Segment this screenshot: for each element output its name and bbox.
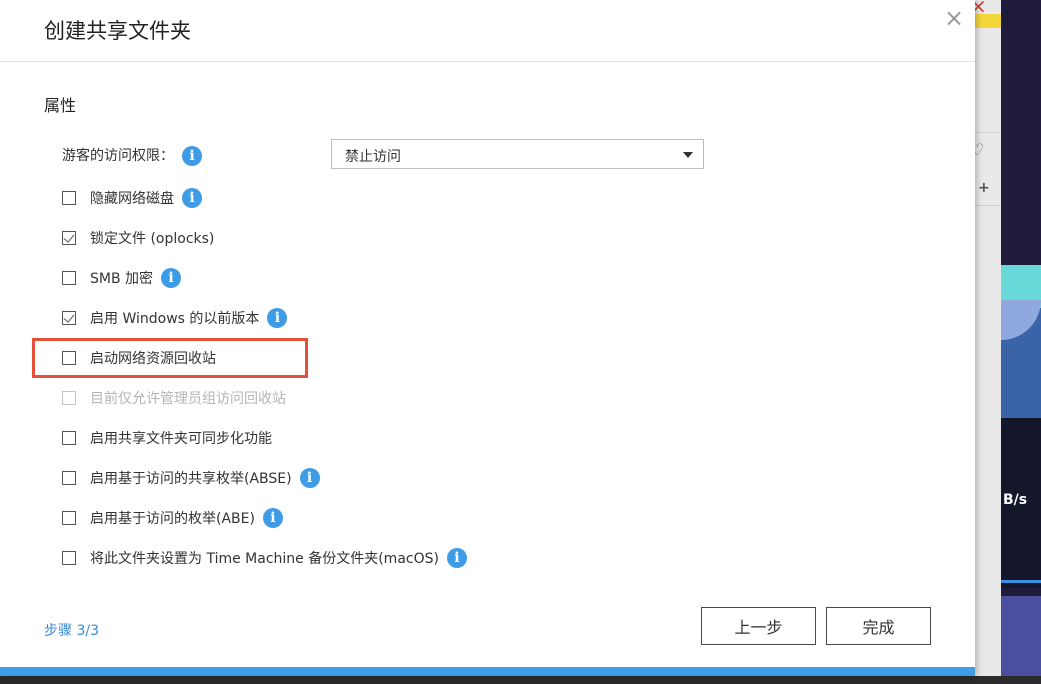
option-checkbox[interactable] — [62, 551, 76, 565]
option-checkbox[interactable] — [62, 191, 76, 205]
dialog-bottom-bar — [0, 667, 975, 676]
option-row[interactable]: 启用共享文件夹可同步化功能 — [62, 427, 272, 449]
section-title: 属性 — [44, 96, 77, 115]
finish-button[interactable]: 完成 — [826, 607, 931, 645]
guest-access-label: 游客的访问权限： i — [62, 145, 202, 166]
guest-access-label-text: 游客的访问权限： — [62, 148, 174, 164]
highlight-box — [32, 338, 308, 378]
option-row[interactable]: 启用 Windows 的以前版本 i — [62, 307, 288, 329]
dialog-title: 创建共享文件夹 — [44, 19, 191, 43]
info-icon[interactable]: i — [182, 188, 202, 208]
info-icon[interactable]: i — [267, 308, 288, 328]
previous-button[interactable]: 上一步 — [701, 607, 816, 645]
info-icon[interactable]: i — [161, 268, 182, 288]
close-icon[interactable]: × — [944, 4, 964, 32]
step-indicator: 步骤 3/3 — [44, 623, 99, 639]
option-checkbox[interactable] — [62, 511, 76, 525]
option-row: 目前仅允许管理员组访问回收站 — [62, 387, 286, 409]
option-row[interactable]: 锁定文件 (oplocks) — [62, 227, 214, 249]
background-graphic — [1001, 580, 1041, 583]
option-label: 将此文件夹设置为 Time Machine 备份文件夹(macOS) — [90, 551, 439, 567]
option-label: SMB 加密 — [90, 271, 154, 287]
option-row[interactable]: SMB 加密 i — [62, 267, 182, 289]
option-checkbox — [62, 391, 76, 405]
background-divider — [975, 132, 1001, 133]
info-icon[interactable]: i — [446, 548, 467, 568]
option-label: 锁定文件 (oplocks) — [90, 231, 215, 247]
option-checkbox[interactable] — [62, 311, 76, 325]
guest-access-selected-value: 禁止访问 — [345, 149, 401, 165]
option-label: 启用基于访问的共享枚举(ABSE) — [90, 471, 292, 487]
option-checkbox[interactable] — [62, 471, 76, 485]
dialog-header: 创建共享文件夹 × — [0, 0, 975, 62]
info-icon[interactable]: i — [299, 468, 320, 488]
option-label: 启用基于访问的枚举(ABE) — [90, 511, 255, 527]
option-checkbox[interactable] — [62, 431, 76, 445]
option-row[interactable]: 隐藏网络磁盘 i — [62, 187, 202, 209]
guest-access-select[interactable]: 禁止访问 — [331, 139, 704, 169]
option-row[interactable]: 启用基于访问的共享枚举(ABSE) i — [62, 467, 320, 489]
background-graphic — [1001, 596, 1041, 684]
info-icon[interactable]: i — [182, 146, 202, 166]
background-taskbar — [0, 676, 1041, 684]
background-divider — [975, 205, 1001, 206]
info-icon[interactable]: i — [262, 508, 283, 528]
create-shared-folder-dialog: 创建共享文件夹 × 属性 游客的访问权限： i 禁止访问 隐藏网络磁盘 i 锁定文件 … — [0, 0, 975, 676]
option-label: 启用共享文件夹可同步化功能 — [90, 431, 272, 447]
option-label: 启用 Windows 的以前版本 — [90, 311, 260, 327]
option-checkbox[interactable] — [62, 231, 76, 245]
option-label: 隐藏网络磁盘 — [90, 191, 174, 207]
option-row[interactable]: 将此文件夹设置为 Time Machine 备份文件夹(macOS) i — [62, 547, 467, 569]
background-rate-text: B/s — [1003, 492, 1028, 508]
chevron-down-icon — [683, 152, 693, 158]
option-label: 目前仅允许管理员组访问回收站 — [90, 391, 286, 407]
option-checkbox[interactable] — [62, 271, 76, 285]
option-row[interactable]: 启用基于访问的枚举(ABE) i — [62, 507, 283, 529]
background-plus-icon: + — [978, 180, 990, 196]
